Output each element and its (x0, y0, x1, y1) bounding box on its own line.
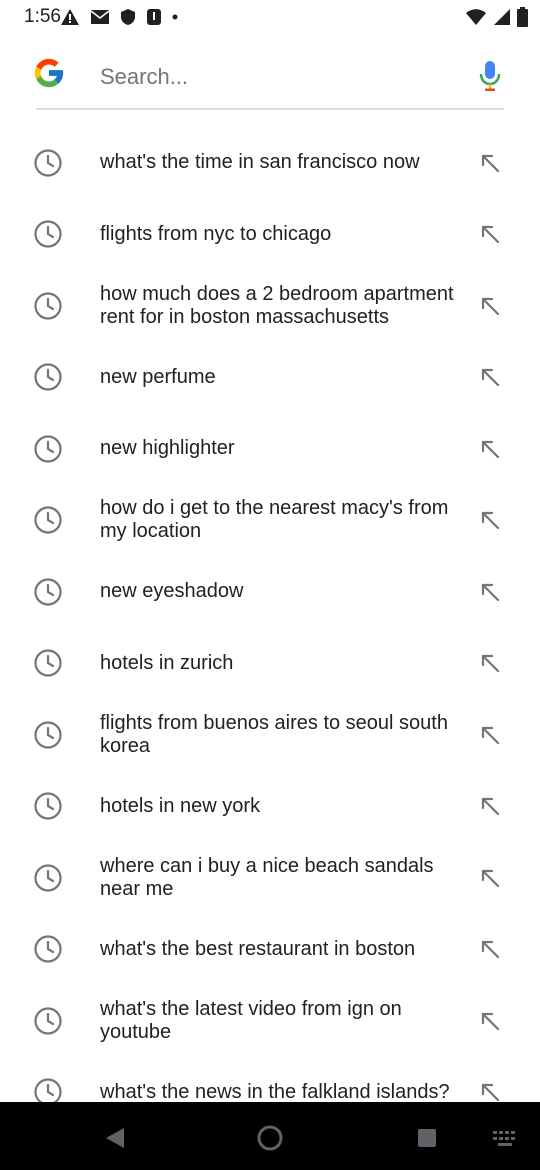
battery-icon (517, 7, 528, 27)
suggestion-item[interactable]: what's the best restaurant in boston (0, 914, 540, 986)
suggestion-item[interactable]: new eyeshadow (0, 556, 540, 628)
fill-query-arrow-icon[interactable] (478, 508, 502, 532)
suggestion-item[interactable]: what's the news in the falkland islands? (0, 1057, 540, 1102)
search-divider (36, 108, 504, 110)
fill-query-arrow-icon[interactable] (478, 1080, 502, 1102)
suggestion-text: hotels in new york (100, 794, 261, 817)
google-logo-icon (34, 58, 64, 88)
keyboard-icon[interactable] (492, 1130, 518, 1148)
suggestion-item[interactable]: what's the time in san francisco now (0, 127, 540, 199)
history-icon (34, 292, 62, 320)
suggestion-item[interactable]: new perfume (0, 342, 540, 414)
history-icon (34, 578, 62, 606)
suggestion-text: hotels in zurich (100, 651, 234, 674)
history-icon (34, 363, 62, 391)
fill-query-arrow-icon[interactable] (478, 151, 502, 175)
fill-query-arrow-icon[interactable] (478, 294, 502, 318)
history-icon (34, 721, 62, 749)
fill-query-arrow-icon[interactable] (478, 723, 502, 747)
suggestion-list: what's the time in san francisco now flig… (0, 127, 540, 1102)
recent-apps-icon[interactable] (417, 1128, 437, 1148)
mail-icon (90, 10, 110, 24)
fill-query-arrow-icon[interactable] (478, 437, 502, 461)
suggestion-text: new perfume (100, 365, 216, 388)
alert-icon (61, 9, 79, 25)
status-bar: 1:56 (0, 0, 540, 36)
suggestion-text: where can i buy a nice beach sandals nea… (100, 854, 434, 900)
suggestion-item[interactable]: hotels in new york (0, 771, 540, 843)
suggestion-text: what's the news in the falkland islands? (100, 1080, 450, 1102)
suggestion-text: new eyeshadow (100, 580, 244, 603)
suggestion-text: what's the time in san francisco now (100, 151, 420, 174)
shield-icon (121, 9, 135, 25)
history-icon (34, 935, 62, 963)
fill-query-arrow-icon[interactable] (478, 365, 502, 389)
suggestion-item[interactable]: flights from nyc to chicago (0, 199, 540, 271)
suggestion-item[interactable]: new highlighter (0, 413, 540, 485)
history-icon (34, 1078, 62, 1102)
suggestion-text: how much does a 2 bedroom apartment rent… (100, 282, 454, 328)
suggestion-text: what's the latest video from ign on yout… (100, 997, 402, 1043)
fill-query-arrow-icon[interactable] (478, 651, 502, 675)
suggestion-item[interactable]: how do i get to the nearest macy's from … (0, 485, 540, 557)
signal-icon (494, 9, 510, 25)
history-icon (34, 864, 62, 892)
fill-query-arrow-icon[interactable] (478, 937, 502, 961)
suggestion-text: flights from nyc to chicago (100, 222, 332, 245)
history-icon (34, 1007, 62, 1035)
history-icon (34, 792, 62, 820)
fill-query-arrow-icon[interactable] (478, 794, 502, 818)
status-time: 1:56 (24, 6, 61, 27)
wifi-icon (466, 9, 486, 25)
history-icon (34, 506, 62, 534)
suggestion-text: what's the best restaurant in boston (100, 937, 416, 960)
suggestion-item[interactable]: hotels in zurich (0, 628, 540, 700)
suggestion-item[interactable]: what's the latest video from ign on yout… (0, 985, 540, 1057)
fill-query-arrow-icon[interactable] (478, 1009, 502, 1033)
history-icon (34, 435, 62, 463)
history-icon (34, 220, 62, 248)
history-icon (34, 149, 62, 177)
microphone-icon[interactable] (477, 60, 503, 92)
suggestion-text: flights from buenos aires to seoul south… (100, 711, 448, 757)
suggestion-item[interactable]: how much does a 2 bedroom apartment rent… (0, 270, 540, 342)
suggestion-text: how do i get to the nearest macy's from … (100, 497, 449, 543)
fill-query-arrow-icon[interactable] (478, 866, 502, 890)
app-icon (147, 9, 161, 25)
home-icon[interactable] (257, 1125, 283, 1151)
fill-query-arrow-icon[interactable] (478, 222, 502, 246)
history-icon (34, 649, 62, 677)
back-icon[interactable] (104, 1127, 126, 1149)
notification-icons (60, 8, 178, 26)
system-icons (465, 7, 528, 27)
suggestion-item[interactable]: where can i buy a nice beach sandals nea… (0, 842, 540, 914)
fill-query-arrow-icon[interactable] (478, 580, 502, 604)
dot-icon (172, 14, 178, 20)
suggestion-item[interactable]: flights from buenos aires to seoul south… (0, 699, 540, 771)
suggestion-text: new highlighter (100, 437, 235, 460)
search-input[interactable] (98, 56, 462, 98)
